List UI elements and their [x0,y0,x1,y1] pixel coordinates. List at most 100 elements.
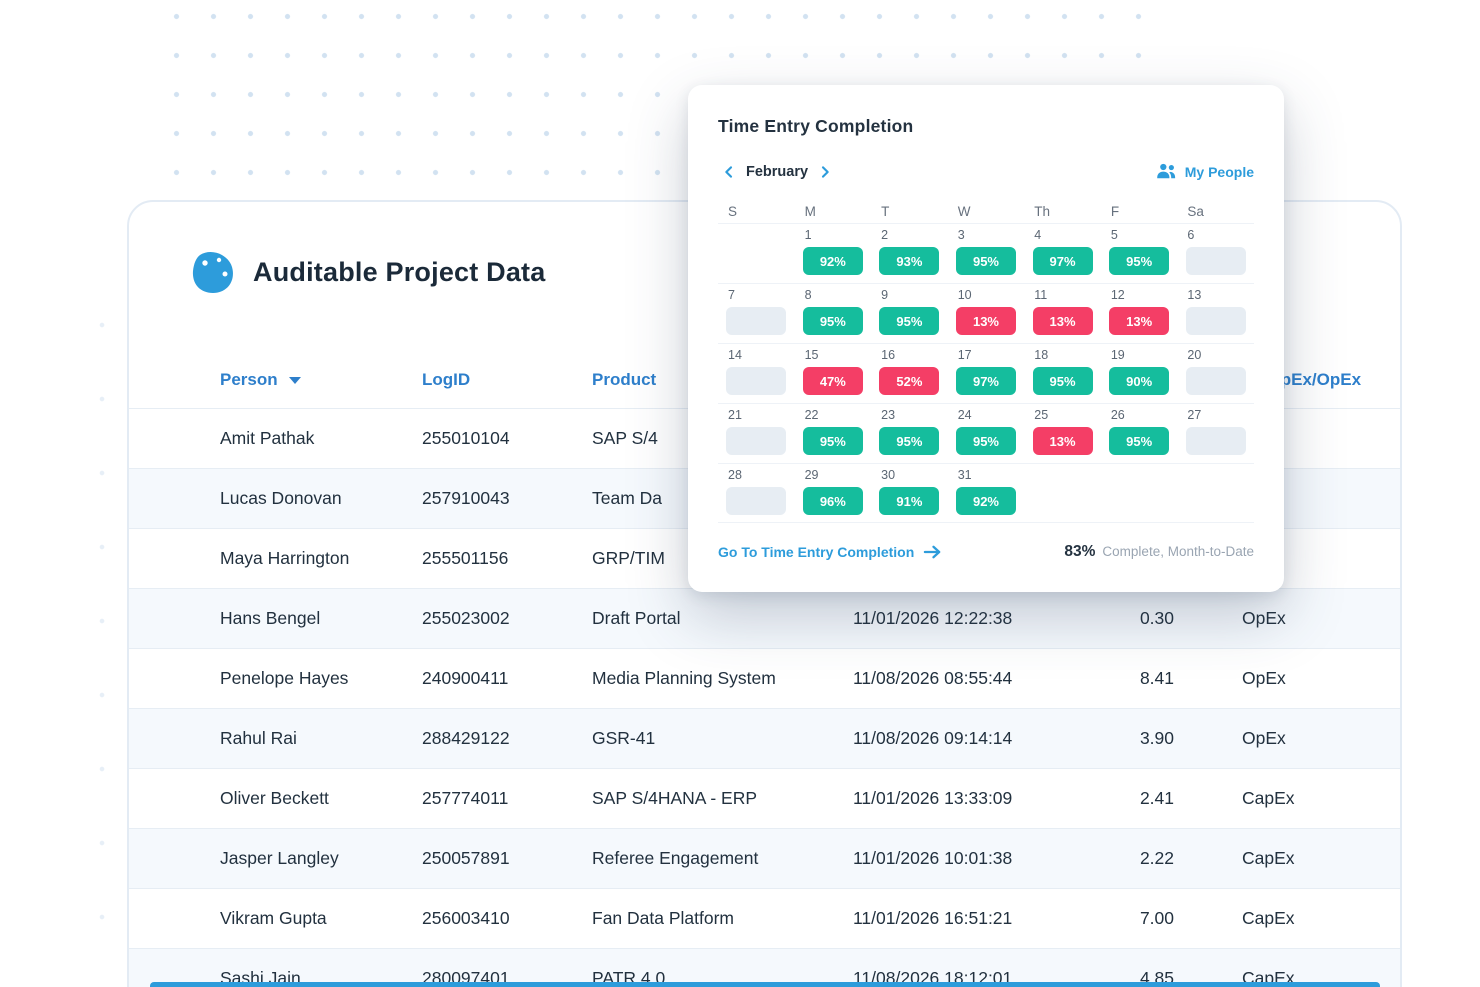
completion-badge[interactable]: 95% [1033,367,1093,395]
day-number: 19 [1101,348,1178,365]
cell-product: Fan Data Platform [592,908,853,929]
col-header-person[interactable]: Person [220,370,422,390]
calendar-day-30: 3091% [871,464,948,522]
calendar-day-28: 28 [718,464,795,522]
calendar-day-19: 1990% [1101,344,1178,403]
table-row: Rahul Rai288429122GSR-4111/08/2026 09:14… [129,708,1400,768]
completion-badge[interactable]: 95% [879,307,939,335]
day-number: 14 [718,348,795,365]
cell-person: Vikram Gupta [220,908,422,929]
completion-badge[interactable]: 97% [956,367,1016,395]
go-to-time-entry-link[interactable]: Go To Time Entry Completion [718,544,942,560]
cell-person: Jasper Langley [220,848,422,869]
day-number: 30 [871,468,948,485]
day-number: 8 [795,288,872,305]
cell-hours: 2.41 [1133,788,1213,809]
calendar-cell-blank [1101,464,1178,522]
completion-label: Complete, Month-to-Date [1102,544,1254,559]
prev-month-button[interactable] [718,161,740,183]
calendar-day-22: 2295% [795,404,872,463]
calendar-day-5: 595% [1101,224,1178,283]
completion-badge[interactable]: 95% [803,427,863,455]
day-number: 1 [795,228,872,245]
calendar-cell-blank [718,224,795,283]
completion-badge[interactable]: 92% [956,487,1016,515]
completion-badge[interactable]: 97% [1033,247,1093,275]
calendar-day-31: 3192% [948,464,1025,522]
completion-badge[interactable]: 95% [956,247,1016,275]
calendar-cell-blank [1177,464,1254,522]
day-header: W [948,204,1025,219]
completion-badge[interactable]: 13% [1033,307,1093,335]
calendar-cell-blank [1024,464,1101,522]
day-number: 27 [1177,408,1254,425]
calendar-day-23: 2395% [871,404,948,463]
day-number: 5 [1101,228,1178,245]
completion-badge[interactable]: 47% [803,367,863,395]
completion-badge[interactable]: 95% [1109,427,1169,455]
chevron-left-icon [721,164,737,180]
empty-day-badge [1186,307,1246,335]
calendar-day-12: 1213% [1101,284,1178,343]
calendar-week-row: 282996%3091%3192% [718,463,1254,523]
completion-badge[interactable]: 95% [879,427,939,455]
completion-badge[interactable]: 13% [1033,427,1093,455]
calendar-day-20: 20 [1177,344,1254,403]
col-header-logid[interactable]: LogID [422,370,592,390]
empty-day-badge [726,427,786,455]
cell-date: 11/01/2026 10:01:38 [853,848,1133,869]
calendar-day-14: 14 [718,344,795,403]
completion-badge[interactable]: 95% [1109,247,1169,275]
cell-person: Amit Pathak [220,428,422,449]
day-number: 4 [1024,228,1101,245]
my-people-link[interactable]: My People [1155,162,1254,182]
calendar-day-1: 192% [795,224,872,283]
day-number: 3 [948,228,1025,245]
completion-badge[interactable]: 92% [803,247,863,275]
day-number: 2 [871,228,948,245]
day-header: Th [1024,204,1101,219]
completion-badge[interactable]: 96% [803,487,863,515]
cell-date: 11/08/2026 08:55:44 [853,668,1133,689]
day-number: 17 [948,348,1025,365]
go-to-time-entry-label: Go To Time Entry Completion [718,544,914,560]
cell-logid: 256003410 [422,908,592,929]
day-number: 21 [718,408,795,425]
calendar-day-13: 13 [1177,284,1254,343]
next-month-button[interactable] [814,161,836,183]
day-header: T [871,204,948,219]
day-number: 16 [871,348,948,365]
cell-product: GSR-41 [592,728,853,749]
cell-date: 11/01/2026 16:51:21 [853,908,1133,929]
cell-capex: OpEx [1213,668,1400,689]
calendar-week-row: 212295%2395%2495%2513%2695%27 [718,403,1254,463]
day-number: 24 [948,408,1025,425]
people-icon [1155,162,1177,182]
table-row: Penelope Hayes240900411Media Planning Sy… [129,648,1400,708]
day-number: 12 [1101,288,1178,305]
completion-badge[interactable]: 95% [803,307,863,335]
completion-badge[interactable]: 52% [879,367,939,395]
calendar-day-9: 995% [871,284,948,343]
cell-date: 11/01/2026 12:22:38 [853,608,1133,629]
chevron-right-icon [817,164,833,180]
cell-hours: 8.41 [1133,668,1213,689]
calendar-day-headers: SMTWThFSa [718,199,1254,223]
calendar-day-2: 293% [871,224,948,283]
dot-pattern-left [94,288,110,956]
calendar-day-10: 1013% [948,284,1025,343]
completion-badge[interactable]: 93% [879,247,939,275]
cell-hours: 0.30 [1133,608,1213,629]
table-row: Oliver Beckett257774011SAP S/4HANA - ERP… [129,768,1400,828]
calendar-grid: 192%293%395%497%595%67895%995%1013%1113%… [718,223,1254,523]
time-entry-completion-card: Time Entry Completion February My P [688,85,1284,592]
completion-badge[interactable]: 13% [956,307,1016,335]
cell-logid: 255501156 [422,548,592,569]
calendar-day-11: 1113% [1024,284,1101,343]
completion-badge[interactable]: 95% [956,427,1016,455]
completion-badge[interactable]: 13% [1109,307,1169,335]
cell-capex: CapEx [1213,788,1400,809]
completion-badge[interactable]: 91% [879,487,939,515]
day-number: 29 [795,468,872,485]
completion-badge[interactable]: 90% [1109,367,1169,395]
